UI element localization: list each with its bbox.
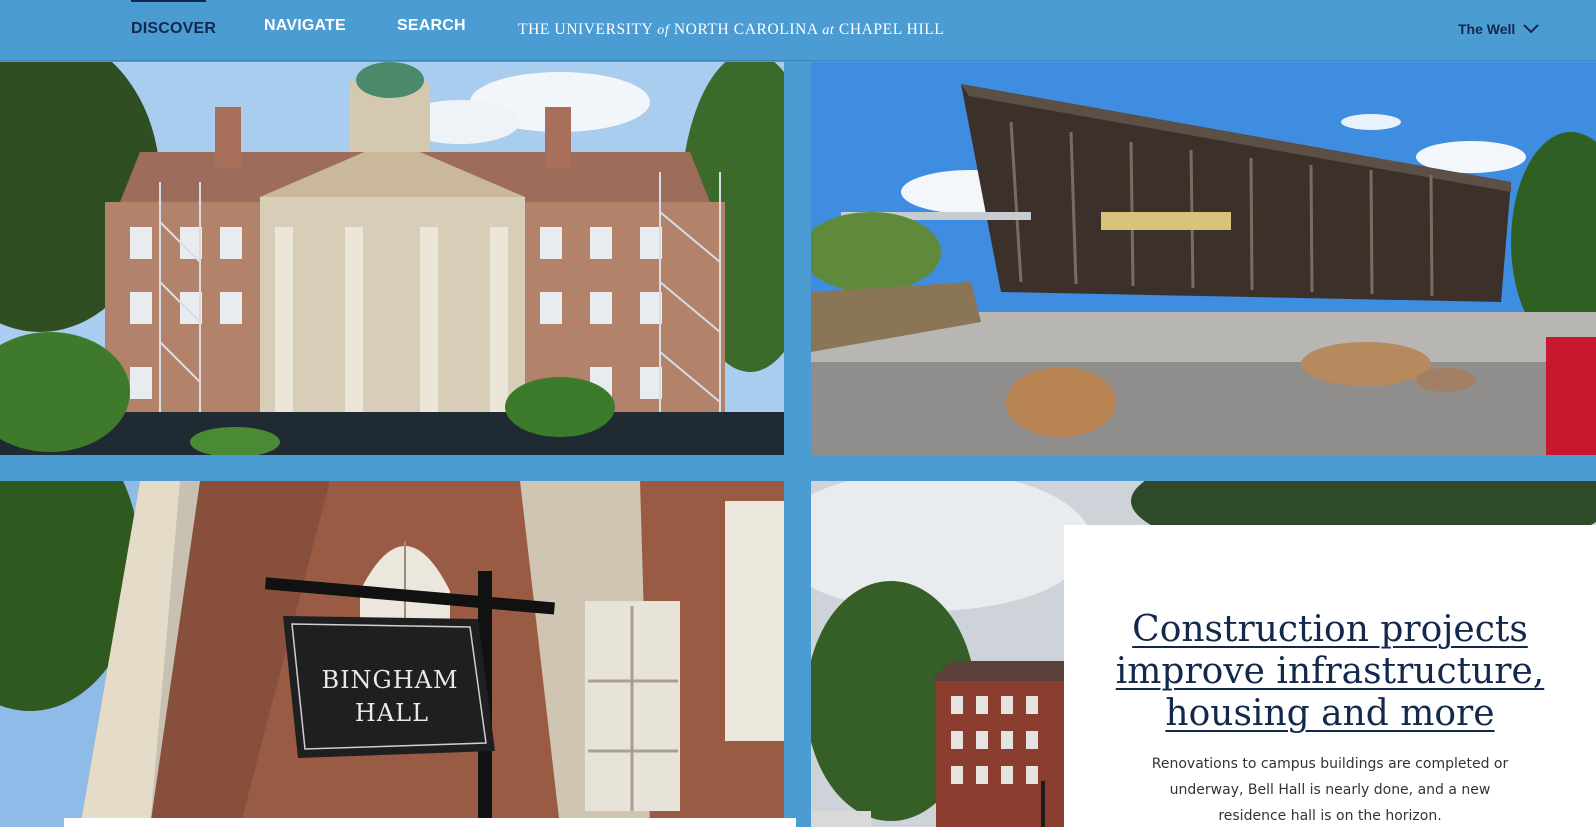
nav-discover[interactable]: DISCOVER <box>131 20 216 38</box>
wordmark-at: at <box>822 23 835 38</box>
feature-description: Renovations to campus buildings are comp… <box>1151 756 1509 824</box>
photo-building-scaffolding[interactable] <box>0 62 784 455</box>
university-wordmark[interactable]: THE UNIVERSITY of NORTH CAROLINA at CHAP… <box>518 21 944 39</box>
the-well-menu[interactable]: The Well <box>1458 21 1540 37</box>
photo-modern-building-plaza[interactable] <box>811 62 1596 455</box>
wordmark-part: THE UNIVERSITY <box>518 21 658 38</box>
the-well-label: The Well <box>1458 21 1516 37</box>
chevron-down-icon <box>1523 24 1540 34</box>
site-header: DISCOVER NAVIGATE SEARCH THE UNIVERSITY … <box>0 0 1596 61</box>
active-nav-indicator <box>131 0 206 2</box>
caption-strip <box>64 818 796 827</box>
wordmark-of: of <box>657 23 670 38</box>
sign-line-1: BINGHAM <box>321 666 458 694</box>
photo-bingham-hall[interactable]: BINGHAM HALL <box>0 481 784 827</box>
nav-search[interactable]: SEARCH <box>397 17 466 35</box>
wordmark-part: NORTH CAROLINA <box>669 21 823 38</box>
feature-card: Construction projects improve infrastruc… <box>1064 525 1596 827</box>
nav-navigate[interactable]: NAVIGATE <box>264 17 346 35</box>
sign-line-2: HALL <box>355 699 429 727</box>
wordmark-part: CHAPEL HILL <box>834 21 945 38</box>
feature-title-link[interactable]: Construction projects improve infrastruc… <box>1084 609 1576 735</box>
